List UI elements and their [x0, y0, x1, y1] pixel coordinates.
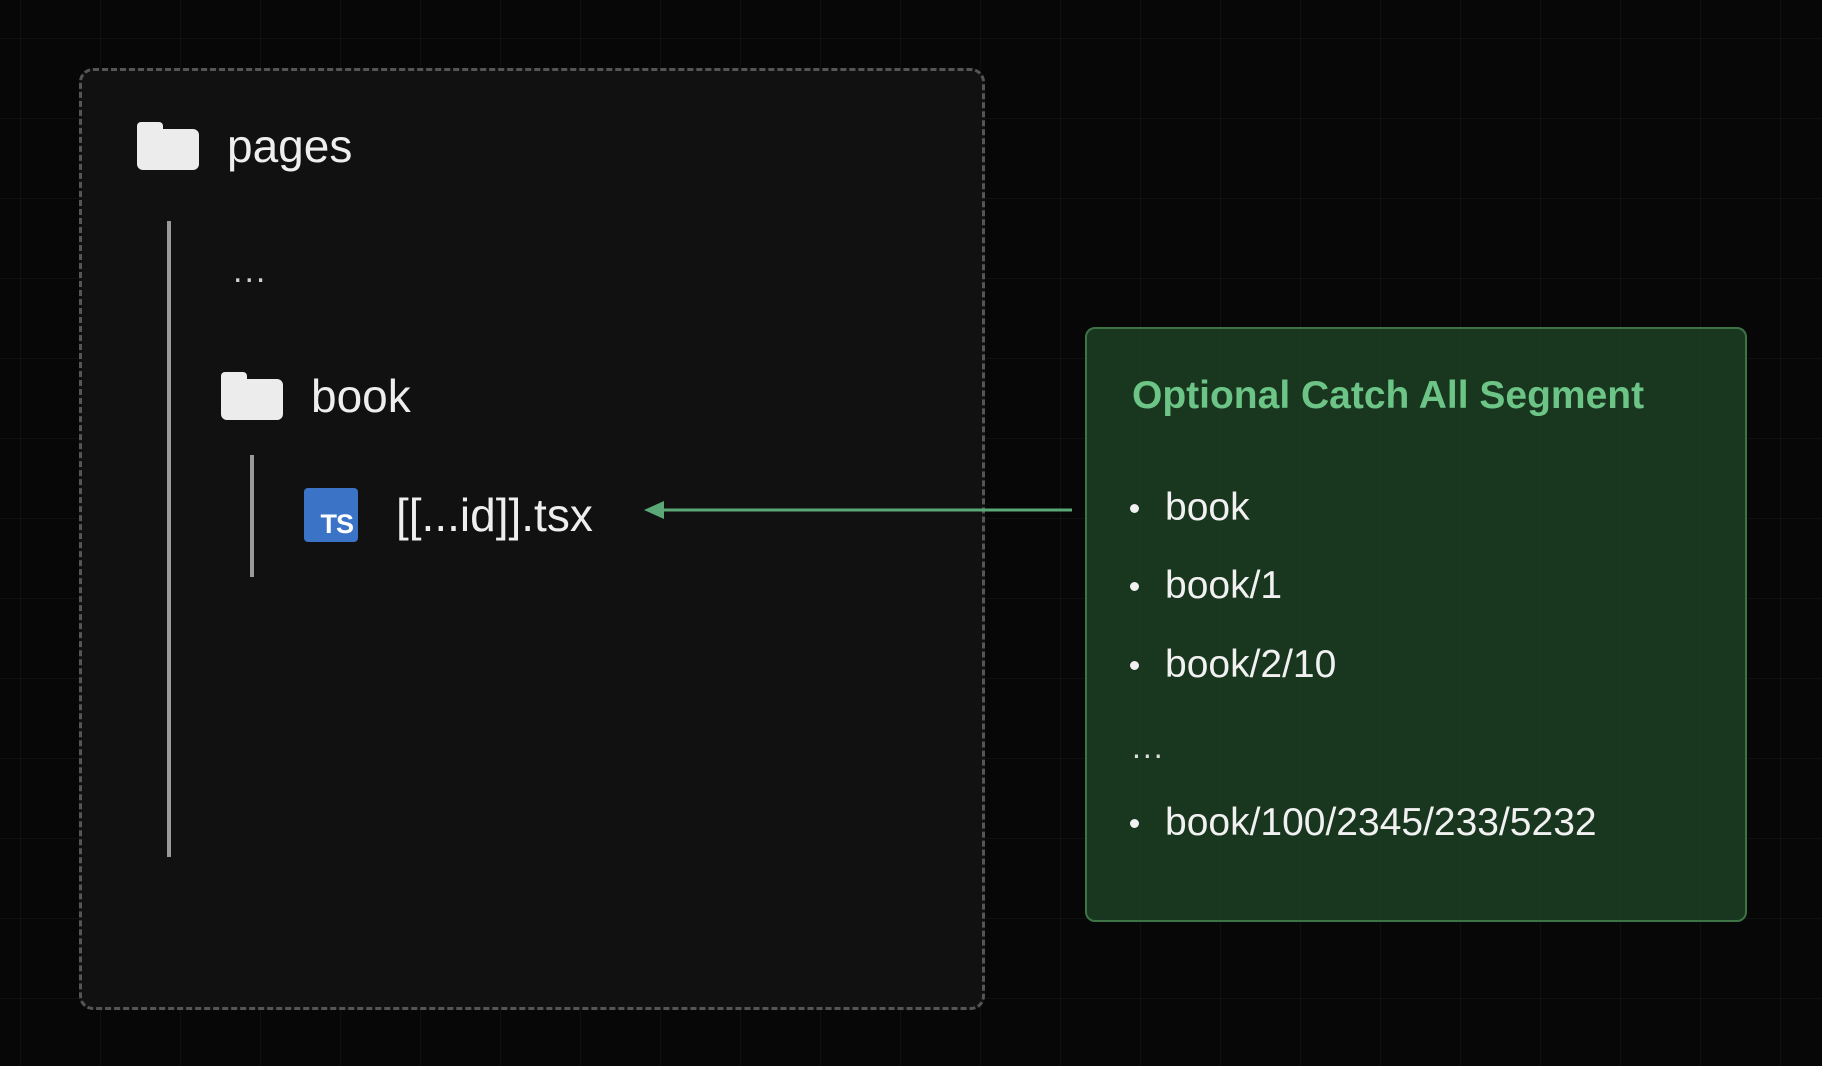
route-item: book — [1130, 486, 1250, 530]
tree-item-book: book — [221, 369, 411, 423]
folder-label-pages: pages — [227, 120, 353, 172]
tree-item-pages: pages — [137, 119, 352, 173]
tree-ellipsis: ... — [233, 252, 268, 290]
connector-arrow — [644, 501, 1072, 519]
route-item: book/1 — [1130, 564, 1282, 608]
card-title: Optional Catch All Segment — [1132, 374, 1645, 417]
route-item-last: book/100/2345/233/5232 — [1130, 801, 1597, 845]
route-text: book/1 — [1165, 564, 1283, 607]
folder-tree-panel: pages ... book TS [[...id]].tsx — [79, 68, 985, 1010]
route-text: book/100/2345/233/5232 — [1165, 801, 1597, 844]
segment-info-card: Optional Catch All Segment book book/1 b… — [1085, 327, 1747, 922]
bullet-icon — [1130, 581, 1139, 591]
file-label: [[...id]].tsx — [396, 489, 593, 541]
typescript-file-icon: TS — [304, 488, 358, 542]
bullet-icon — [1130, 660, 1139, 670]
folder-icon — [221, 372, 283, 420]
tree-item-file: TS [[...id]].tsx — [304, 488, 593, 542]
folder-label-book: book — [311, 370, 411, 422]
arrow-head — [644, 501, 664, 519]
bullet-icon — [1130, 503, 1139, 513]
route-item: book/2/10 — [1130, 643, 1336, 687]
tree-guide-line-root — [167, 221, 171, 857]
diagram-canvas: pages ... book TS [[...id]].tsx Optional… — [0, 0, 1822, 1066]
tree-guide-line-book — [250, 455, 254, 577]
route-text: book/2/10 — [1165, 643, 1337, 686]
route-ellipsis: ... — [1132, 729, 1165, 765]
route-text: book — [1165, 486, 1250, 529]
bullet-icon — [1130, 818, 1139, 828]
folder-icon — [137, 122, 199, 170]
